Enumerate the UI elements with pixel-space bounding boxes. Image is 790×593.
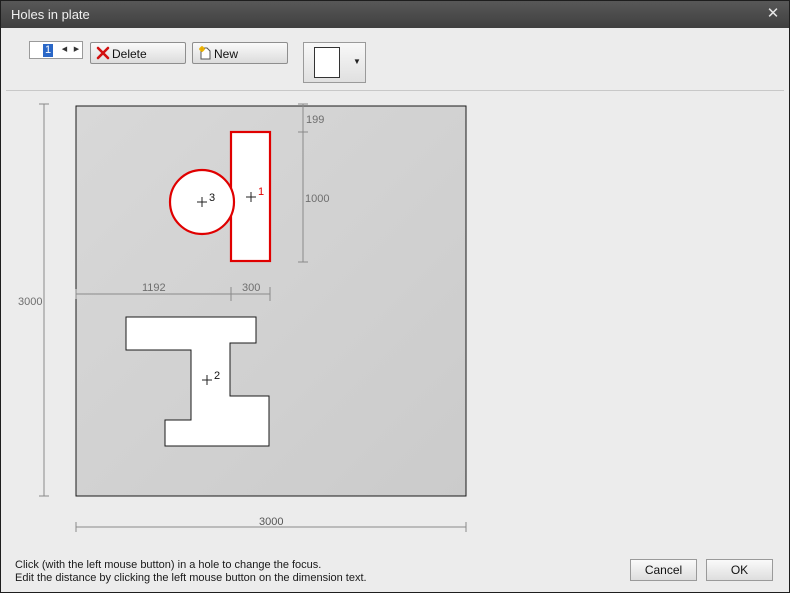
holes-dialog: Holes in plate ✕ 1 ◀ ▶ Delete New ▼ 1 3 … (0, 0, 790, 593)
dimension-text-offset-top[interactable]: 199 (306, 114, 324, 126)
hole-label: 3 (209, 192, 215, 204)
dimension-text-plate-width[interactable]: 3000 (259, 516, 283, 528)
ok-button[interactable]: OK (706, 559, 773, 581)
plate-drawing: 1 3 2 3000 3000 1192 300 199 1000 (18, 103, 467, 532)
hole-label: 2 (214, 370, 220, 382)
dimension-text-hole-width[interactable]: 300 (242, 282, 260, 294)
hint-line-2: Edit the distance by clicking the left m… (15, 572, 367, 584)
hint-line-1: Click (with the left mouse button) in a … (15, 559, 322, 571)
dimension-text-hole-height[interactable]: 1000 (305, 193, 329, 205)
hole-label: 1 (258, 186, 264, 198)
cancel-button[interactable]: Cancel (630, 559, 697, 581)
dimension-text-offset-x[interactable]: 1192 (142, 282, 166, 294)
dimension-text-plate-height[interactable]: 3000 (18, 296, 42, 308)
